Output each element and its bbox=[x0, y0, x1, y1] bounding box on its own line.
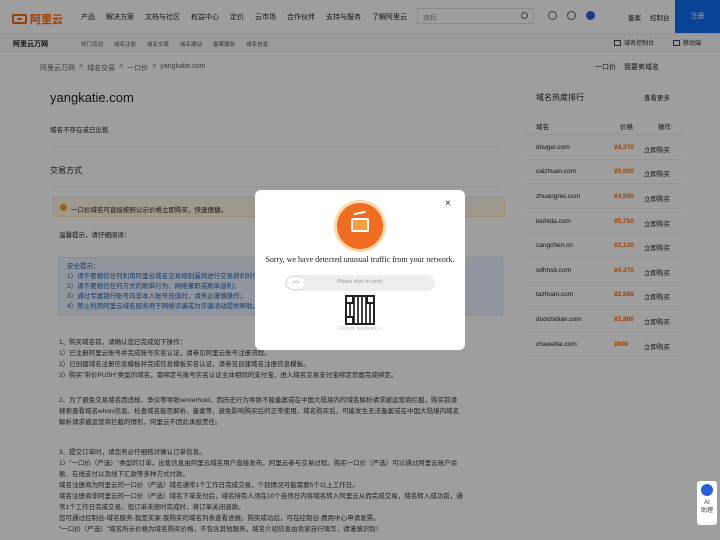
assistant-label: AI 助理 bbox=[701, 500, 714, 514]
qr-corner bbox=[345, 295, 354, 304]
ai-assistant-button[interactable]: AI 助理 bbox=[697, 481, 717, 525]
traffic-verification-dialog: × Sorry, we have detected unusual traffi… bbox=[255, 190, 465, 350]
verify-slider[interactable]: Please slide to verify >> bbox=[285, 275, 435, 291]
tv-icon bbox=[334, 200, 386, 252]
qr-corner bbox=[366, 295, 375, 304]
slider-text: Please slide to verify bbox=[337, 279, 383, 285]
qr-corner bbox=[345, 316, 354, 325]
feedback-link[interactable]: Click to feedback > bbox=[255, 326, 465, 332]
traffic-message: Sorry, we have detected unusual traffic … bbox=[265, 255, 455, 264]
slider-handle[interactable]: >> bbox=[286, 276, 306, 290]
close-icon[interactable]: × bbox=[445, 198, 451, 209]
tv-screen bbox=[351, 218, 369, 232]
assistant-icon bbox=[701, 484, 713, 496]
